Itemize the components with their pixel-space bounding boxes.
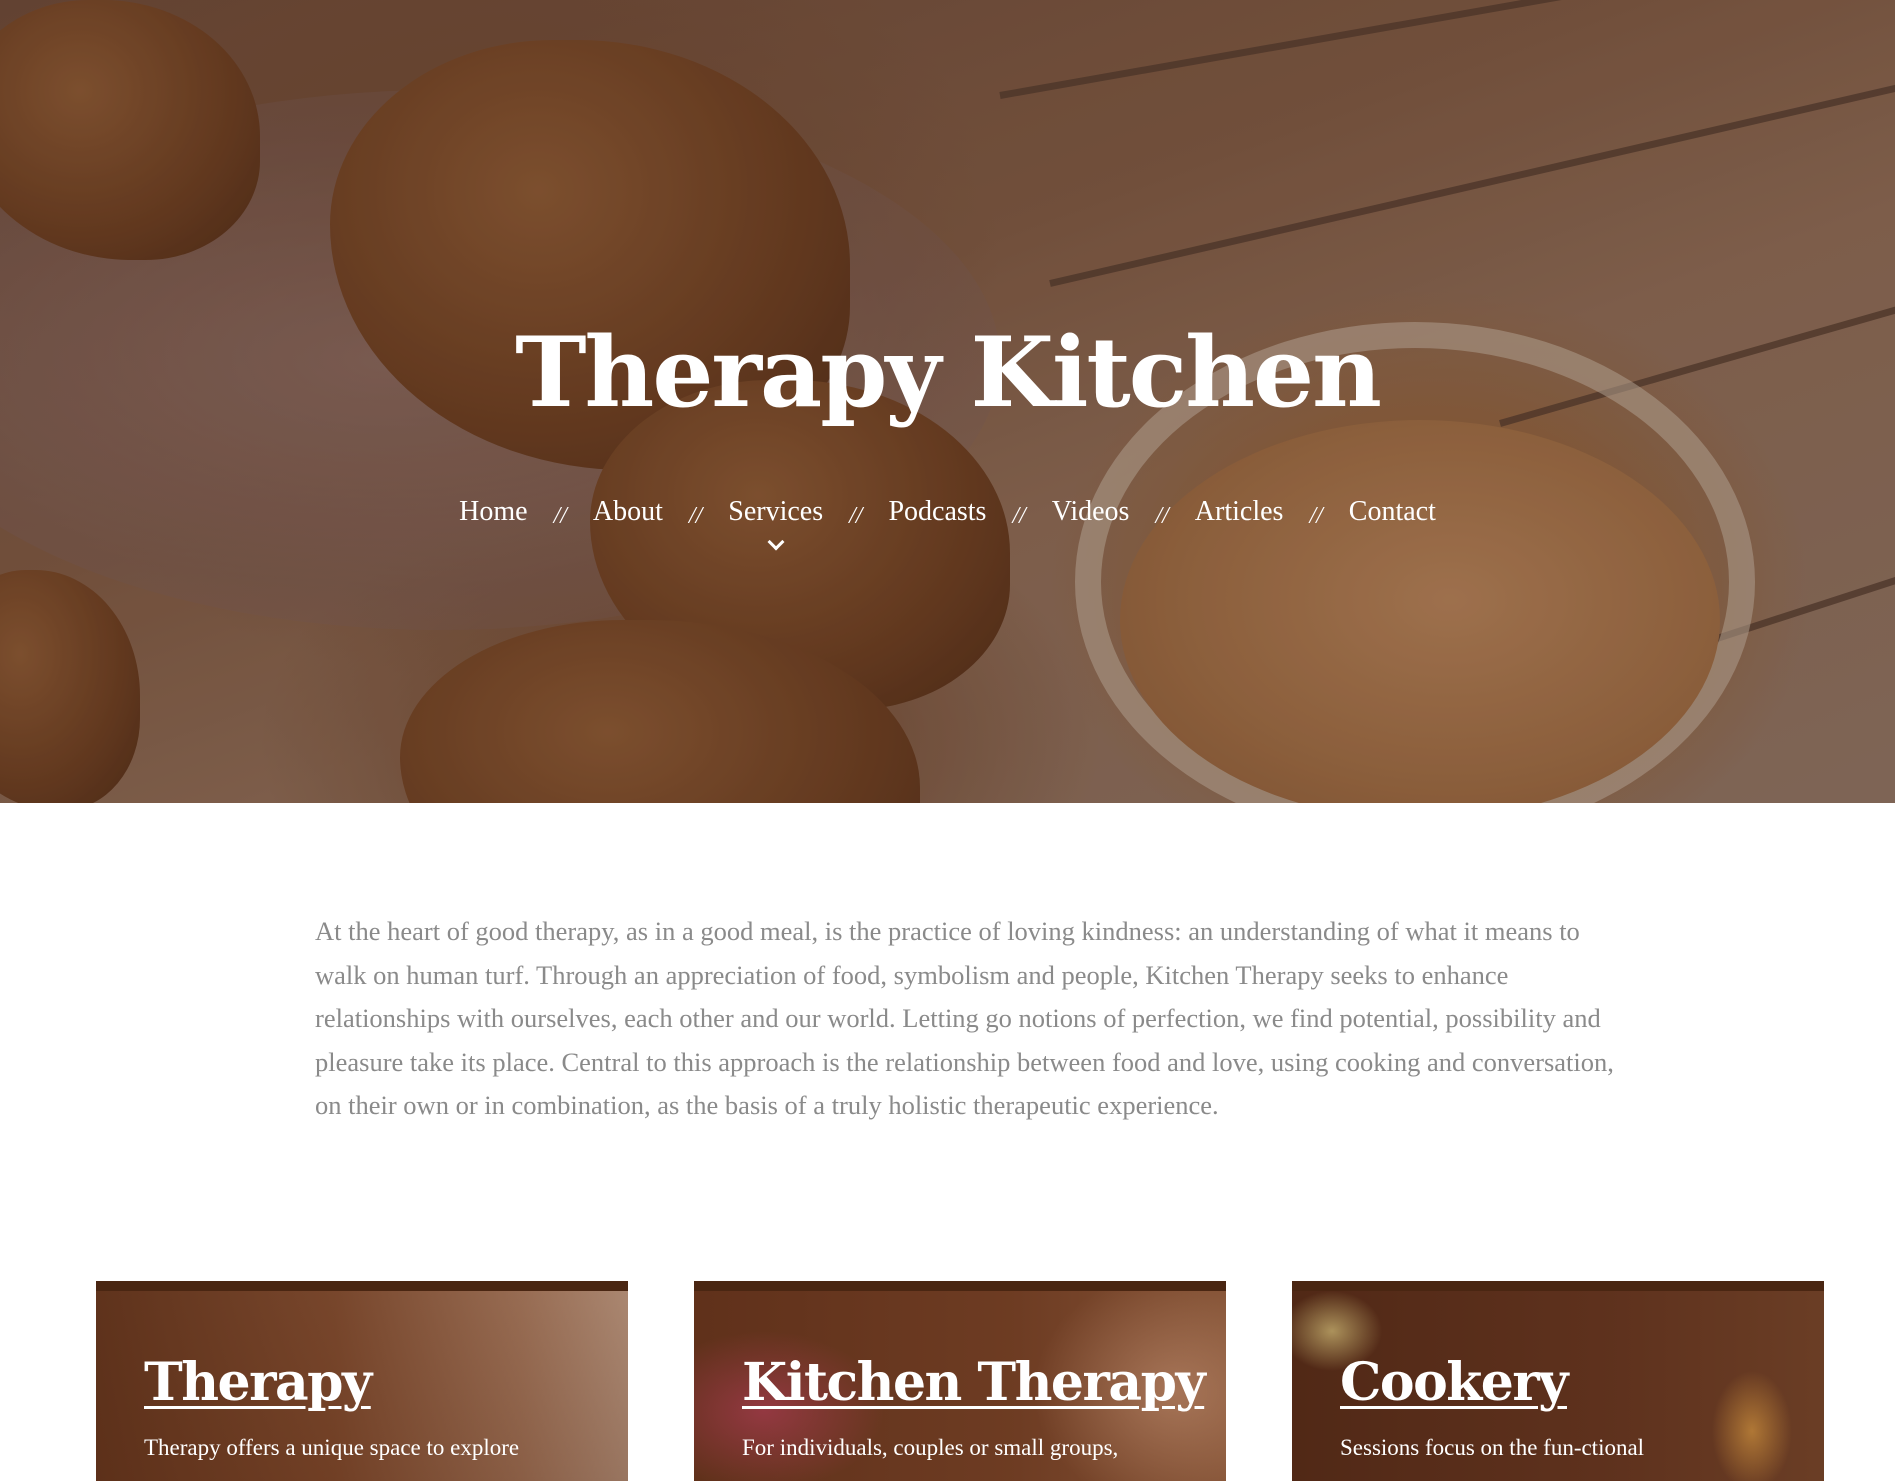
main-navigation: Home // About // Services // Podcasts //…: [0, 492, 1895, 551]
hero-banner: Therapy Kitchen Home // About // Service…: [0, 0, 1895, 803]
card-text-therapy: Therapy offers a unique space to explore: [144, 1435, 520, 1460]
nav-separator: //: [1309, 503, 1323, 529]
card-title-cookery[interactable]: Cookery: [1340, 1353, 1568, 1413]
nav-item-videos[interactable]: Videos: [1052, 492, 1130, 532]
service-cards: Therapy Therapy offers a unique space to…: [96, 1281, 1824, 1481]
card-text-kitchen-therapy: For individuals, couples or small groups…: [742, 1435, 1119, 1460]
intro-paragraph: At the heart of good therapy, as in a go…: [315, 916, 1614, 1120]
site-title[interactable]: Therapy Kitchen: [0, 318, 1895, 428]
card-cookery[interactable]: Cookery Sessions focus on the fun-ctiona…: [1292, 1281, 1824, 1481]
card-text-cookery: Sessions focus on the fun-ctional: [1340, 1435, 1645, 1460]
nav-item-contact[interactable]: Contact: [1349, 492, 1436, 532]
nav-item-services-label: Services: [728, 496, 824, 527]
card-kitchen-therapy[interactable]: Kitchen Therapy For individuals, couples…: [694, 1281, 1226, 1481]
nav-separator: //: [849, 503, 863, 529]
card-title-therapy[interactable]: Therapy: [144, 1353, 372, 1413]
nav-separator: //: [553, 503, 567, 529]
nav-item-services[interactable]: Services: [728, 492, 824, 551]
card-title-kitchen-therapy[interactable]: Kitchen Therapy: [742, 1353, 1206, 1413]
nav-item-podcasts[interactable]: Podcasts: [888, 492, 986, 532]
nav-separator: //: [1155, 503, 1169, 529]
nav-item-home[interactable]: Home: [459, 492, 527, 532]
nav-item-about[interactable]: About: [593, 492, 663, 532]
card-therapy[interactable]: Therapy Therapy offers a unique space to…: [96, 1281, 628, 1481]
nav-item-articles[interactable]: Articles: [1195, 492, 1284, 532]
nav-separator: //: [688, 503, 703, 529]
nav-separator: //: [1012, 503, 1026, 529]
